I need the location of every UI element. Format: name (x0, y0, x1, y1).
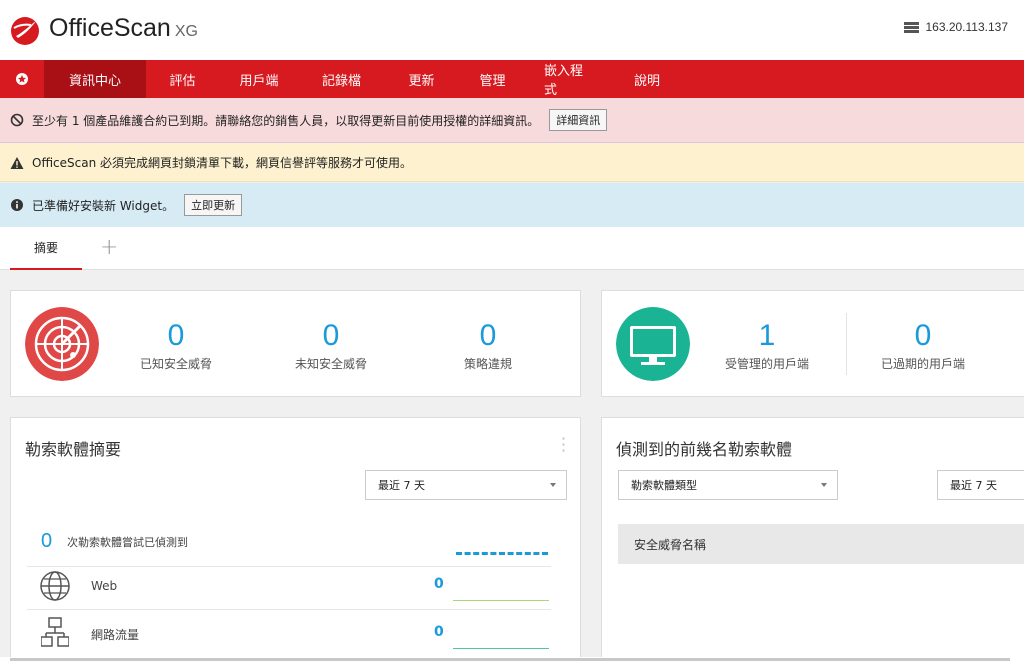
widget-alert-text: 已準備好安裝新 Widget。 (32, 198, 175, 213)
period-select-value: 最近 7 天 (378, 479, 425, 492)
known-threats-label: 已知安全威脅 (139, 357, 212, 371)
ransomware-summary-widget: 勒索軟體摘要 · · · 最近 7 天 0 次勒索軟體嘗試已偵測到 Web 0 網路… (10, 417, 581, 662)
period-select[interactable]: 最近 7 天 (365, 470, 567, 500)
network-sparkline (453, 648, 549, 649)
chevron-down-icon (821, 483, 827, 487)
outdated-agents-stat[interactable]: 0 已過期的用戶端 (868, 319, 978, 372)
tab-summary[interactable]: 摘要 (10, 227, 82, 270)
widget-title: 偵測到的前幾名勒索軟體 (616, 440, 793, 459)
nav-assessment[interactable]: 評估 (146, 60, 219, 98)
detected-sparkline (456, 552, 548, 555)
stat-divider (846, 313, 847, 375)
policy-violations-label: 策略違規 (463, 357, 512, 371)
managed-agents-count: 1 (758, 319, 776, 352)
horizontal-scrollbar[interactable] (0, 657, 1024, 662)
product-name: OfficeScan XG (49, 14, 198, 42)
policy-violations-count: 0 (479, 319, 497, 352)
unknown-threats-stat[interactable]: 0 未知安全威脅 (281, 319, 381, 372)
server-ip: 163.20.113.137 (925, 20, 1008, 34)
license-expired-alert: 至少有 1 個產品維護合約已到期。請聯絡您的銷售人員，以取得更新目前使用授權的詳… (0, 98, 1024, 143)
scrollbar-thumb[interactable] (10, 658, 1010, 661)
nav-plugins[interactable]: 嵌入程式 (526, 60, 612, 98)
network-row-value[interactable]: 0 (434, 624, 444, 640)
home-button[interactable] (0, 60, 44, 98)
ransomware-type-select[interactable]: 勒索軟體類型 (618, 470, 838, 500)
ransomware-type-value: 勒索軟體類型 (631, 479, 697, 492)
known-threats-count: 0 (167, 319, 185, 352)
license-details-button[interactable]: 詳細資訊 (549, 109, 608, 131)
nav-administration[interactable]: 管理 (459, 60, 526, 98)
server-info[interactable]: 163.20.113.137 (904, 20, 1008, 34)
update-now-button[interactable]: 立即更新 (184, 194, 243, 216)
unknown-threats-label: 未知安全威脅 (294, 357, 367, 371)
home-badge-icon (16, 73, 28, 85)
top-ransomware-widget: 偵測到的前幾名勒索軟體 勒索軟體類型 最近 7 天 安全威脅名稱 (601, 417, 1024, 662)
period-select-value: 最近 7 天 (950, 479, 997, 492)
chevron-down-icon (550, 483, 556, 487)
dashboard-tabs: 摘要 + (0, 227, 1024, 270)
product-version: XG (174, 23, 198, 40)
license-alert-text: 至少有 1 個產品維護合約已到期。請聯絡您的銷售人員，以取得更新目前使用授權的詳… (32, 113, 540, 128)
monitor-icon (616, 307, 690, 381)
app-header: OfficeScan XG 163.20.113.137 (0, 0, 1024, 60)
widget-menu-icon[interactable]: · · · (561, 431, 566, 459)
prohibited-icon (10, 113, 24, 127)
warning-alert-text: OfficeScan 必須完成網頁封鎖清單下載，網頁信譽評等服務才可使用。 (32, 156, 413, 170)
known-threats-stat[interactable]: 0 已知安全威脅 (126, 319, 226, 372)
warning-icon (10, 156, 24, 169)
detected-label: 次勒索軟體嘗試已偵測到 (67, 536, 188, 549)
info-icon (11, 199, 23, 211)
globe-icon (40, 571, 70, 601)
policy-violations-stat[interactable]: 0 策略違規 (438, 319, 538, 372)
threat-summary-card: 0 已知安全威脅 0 未知安全威脅 0 策略違規 (10, 290, 581, 397)
detected-count: 0 (41, 530, 53, 552)
unknown-threats-count: 0 (322, 319, 340, 352)
server-icon (904, 21, 920, 33)
trend-micro-logo-icon (11, 17, 39, 45)
managed-agents-stat[interactable]: 1 受管理的用戶端 (712, 319, 822, 372)
outdated-agents-label: 已過期的用戶端 (880, 357, 965, 371)
main-nav: 資訊中心 評估 用戶端 記錄檔 更新 管理 嵌入程式 說明 (0, 60, 1024, 98)
widget-update-alert: 已準備好安裝新 Widget。 立即更新 (0, 183, 1024, 227)
nav-dashboard[interactable]: 資訊中心 (44, 60, 146, 98)
nav-updates[interactable]: 更新 (384, 60, 459, 98)
nav-agents[interactable]: 用戶端 (219, 60, 299, 98)
agent-status-card: 1 受管理的用戶端 0 已過期的用戶端 (601, 290, 1024, 397)
row-divider (27, 566, 551, 567)
web-sparkline (453, 600, 549, 601)
radar-icon (25, 307, 99, 381)
managed-agents-label: 受管理的用戶端 (724, 357, 809, 371)
network-row-label: 網路流量 (91, 628, 140, 642)
add-tab-button[interactable]: + (100, 235, 118, 260)
period-select[interactable]: 最近 7 天 (937, 470, 1024, 500)
row-divider (27, 609, 551, 610)
web-row-label: Web (91, 579, 118, 593)
outdated-agents-count: 0 (914, 319, 932, 352)
network-traffic-icon (41, 617, 69, 647)
column-header-label: 安全威脅名稱 (634, 537, 707, 552)
nav-help[interactable]: 說明 (612, 60, 682, 98)
widget-title: 勒索軟體摘要 (25, 440, 122, 459)
threat-name-column-header[interactable]: 安全威脅名稱 (618, 524, 1024, 564)
web-row-value[interactable]: 0 (434, 576, 444, 592)
web-reputation-warning: OfficeScan 必須完成網頁封鎖清單下載，網頁信譽評等服務才可使用。 (0, 144, 1024, 182)
nav-logs[interactable]: 記錄檔 (299, 60, 384, 98)
